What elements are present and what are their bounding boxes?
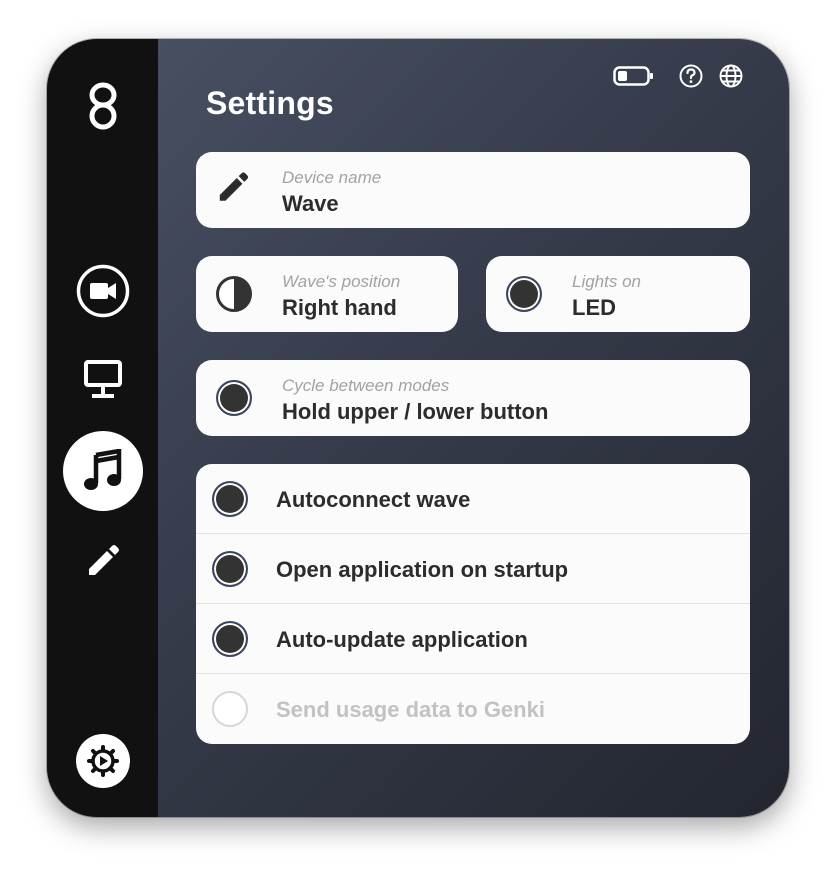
checkbox-on-icon [212,551,248,587]
option-autoconnect[interactable]: Autoconnect wave [196,464,750,534]
lights-on-label: Lights on [572,272,641,291]
device-name-field[interactable]: Device name Wave [196,152,750,228]
option-open-on-startup[interactable]: Open application on startup [196,534,750,604]
filled-circle-icon [506,276,542,312]
device-name-label: Device name [282,168,382,187]
nav-music-button[interactable] [63,431,143,511]
option-label: Autoconnect wave [276,487,471,512]
option-label: Auto-update application [276,627,528,652]
genki-logo-icon [82,79,124,133]
option-label: Open application on startup [276,557,569,582]
music-note-icon [84,449,122,490]
option-label: Send usage data to Genki [276,697,545,722]
battery-icon [612,63,656,89]
sidebar [47,39,158,817]
nav-settings-button[interactable] [76,734,130,788]
options-list: Autoconnect wave Open application on sta… [196,464,750,744]
checkbox-on-icon [212,621,248,657]
option-auto-update[interactable]: Auto-update application [196,604,750,674]
pencil-icon [89,545,119,575]
checkbox-off-icon [212,691,248,727]
page-title: Settings [206,85,334,121]
filled-circle-icon [216,380,252,416]
nav-display-button[interactable] [80,355,126,405]
pencil-icon [216,171,250,210]
nav-edit-button[interactable] [81,539,125,583]
monitor-icon [84,360,122,398]
device-name-value: Wave [282,191,339,216]
lights-on-value: LED [572,295,616,320]
nav-video-button[interactable] [76,264,130,318]
cycle-modes-value: Hold upper / lower button [282,399,549,424]
app-window: Settings Device name Wave Wave's positio… [47,39,789,817]
settings-gear-icon [87,745,119,777]
wave-position-label: Wave's position [282,272,401,291]
video-camera-icon [76,264,130,318]
checkbox-on-icon [212,481,248,517]
wave-position-value: Right hand [282,295,397,320]
help-icon[interactable] [678,63,704,89]
cycle-modes-selector[interactable]: Cycle between modes Hold upper / lower b… [196,360,750,436]
wave-position-selector[interactable]: Wave's position Right hand [196,256,458,332]
half-circle-icon [216,276,252,312]
option-send-usage-data[interactable]: Send usage data to Genki [196,674,750,744]
main-panel: Settings Device name Wave Wave's positio… [158,39,789,817]
globe-icon[interactable] [718,63,744,89]
lights-on-selector[interactable]: Lights on LED [486,256,750,332]
cycle-modes-label: Cycle between modes [282,376,450,395]
